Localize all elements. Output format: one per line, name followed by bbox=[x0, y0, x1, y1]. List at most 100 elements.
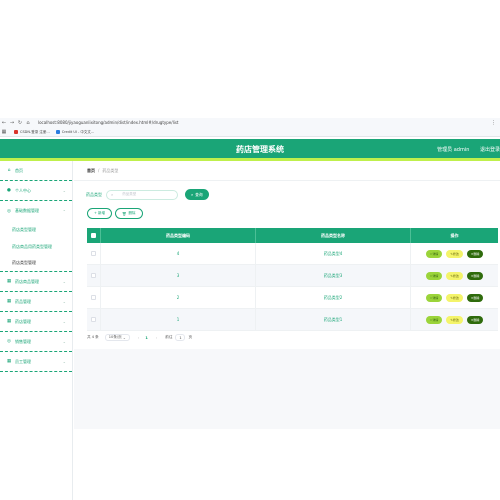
sidebar-item-sales[interactable]: ◎ 销售管理 ⌄ bbox=[0, 332, 72, 352]
apps-icon[interactable]: ▦ bbox=[0, 129, 8, 135]
prev-page-icon[interactable]: ‹ bbox=[138, 336, 139, 340]
edit-button[interactable]: ✎ 修改 bbox=[446, 315, 463, 324]
user-icon: ● bbox=[7, 188, 11, 193]
row-checkbox[interactable] bbox=[91, 295, 96, 300]
breadcrumb: 首页 / 药品类型 bbox=[74, 161, 500, 181]
grid-icon: ▦ bbox=[6, 319, 12, 324]
cell-name: 药品类型2 bbox=[256, 287, 411, 308]
edit-button[interactable]: ✎ 修改 bbox=[446, 271, 463, 280]
data-table: 药品类型编码 药品类型名称 操作 4 药品类型4 ☆ 详情 ✎ 修改 ✕ 删除 … bbox=[87, 228, 498, 331]
browser-menu-icon[interactable]: ⋮ bbox=[491, 120, 496, 126]
search-label: 药品类型 bbox=[86, 191, 102, 197]
search-input[interactable]: ⌕ 药品类型 bbox=[106, 189, 178, 200]
table-row: 4 药品类型4 ☆ 详情 ✎ 修改 ✕ 删除 bbox=[87, 243, 498, 265]
credit-favicon-icon bbox=[55, 130, 60, 134]
select-all-cell bbox=[87, 228, 101, 243]
breadcrumb-separator: / bbox=[98, 168, 100, 173]
detail-button[interactable]: ☆ 详情 bbox=[425, 271, 443, 280]
url-field[interactable]: localhost:8080/jiyaoguanlixitong/admin/d… bbox=[38, 120, 179, 125]
sidebar-item-base-data[interactable]: ◎ 基础数据管理 ⌃ bbox=[0, 201, 72, 221]
home-browser-icon[interactable]: ⌂ bbox=[24, 120, 32, 126]
sidebar-subitem-drug-use-type[interactable]: 药店商品用药类型管理 bbox=[0, 238, 72, 255]
search-bar: 药品类型 ⌕ 药品类型 ⌕ 查询 bbox=[86, 189, 209, 200]
pagination-total: 共 4 条 bbox=[87, 335, 99, 339]
sidebar-item-staff[interactable]: ▦ 员工管理 ⌄ bbox=[0, 352, 72, 372]
bookmark-item[interactable]: CSDN-登录 注册... bbox=[14, 130, 50, 135]
row-select-cell bbox=[87, 265, 101, 286]
cell-code: 1 bbox=[101, 309, 256, 330]
sidebar-item-stores[interactable]: ▦ 药店管理 ⌄ bbox=[0, 312, 72, 332]
column-header-code[interactable]: 药品类型编码 bbox=[101, 228, 256, 243]
row-select-cell bbox=[87, 287, 101, 308]
sidebar: ⌂ 首页 ● 个人中心 ⌄ ◎ 基础数据管理 ⌃ 药店类型管理 药店商品用药类型… bbox=[0, 161, 73, 500]
main-content: 首页 / 药品类型 药品类型 ⌕ 药品类型 ⌕ 查询 + 新增 🗑 删除 药品类… bbox=[74, 161, 500, 500]
chevron-down-icon: ⌄ bbox=[62, 279, 66, 284]
page-number[interactable]: 1 bbox=[145, 336, 148, 340]
home-icon: ⌂ bbox=[7, 168, 11, 173]
edit-button[interactable]: ✎ 修改 bbox=[446, 249, 463, 258]
select-all-checkbox[interactable] bbox=[91, 233, 96, 238]
breadcrumb-home[interactable]: 首页 bbox=[87, 168, 95, 174]
cell-code: 2 bbox=[101, 287, 256, 308]
cell-name: 药品类型3 bbox=[256, 265, 411, 286]
trash-icon: 🗑 bbox=[122, 211, 127, 216]
detail-button[interactable]: ☆ 详情 bbox=[425, 293, 443, 302]
page: ← → ↻ ⌂ localhost:8080/jiyaoguanlixitong… bbox=[0, 0, 500, 500]
user-label: 管理员 admin bbox=[437, 147, 470, 153]
cell-code: 3 bbox=[101, 265, 256, 286]
row-checkbox[interactable] bbox=[91, 273, 96, 278]
detail-button[interactable]: ☆ 详情 bbox=[425, 249, 443, 258]
edit-button[interactable]: ✎ 修改 bbox=[446, 293, 463, 302]
column-header-name[interactable]: 药品类型名称 bbox=[256, 228, 411, 243]
gear-icon: ◎ bbox=[7, 339, 11, 344]
sidebar-subitem-drug-type[interactable]: 药店类型管理 bbox=[0, 255, 72, 272]
row-select-cell bbox=[87, 309, 101, 330]
add-button[interactable]: + 新增 bbox=[87, 208, 113, 219]
detail-button[interactable]: ☆ 详情 bbox=[425, 315, 443, 324]
csdn-favicon-icon bbox=[14, 130, 18, 134]
chevron-down-icon: ⌄ bbox=[62, 319, 66, 324]
search-icon: ⌕ bbox=[191, 192, 194, 197]
row-checkbox[interactable] bbox=[91, 317, 96, 322]
cell-name: 药品类型4 bbox=[256, 243, 411, 264]
reload-icon[interactable]: ↻ bbox=[16, 120, 24, 126]
search-button[interactable]: ⌕ 查询 bbox=[185, 189, 209, 200]
grid-icon: ▦ bbox=[6, 279, 12, 284]
pagination: 共 4 条 10条/页 ⌄ ‹ 1 › 前往 1 页 bbox=[87, 334, 192, 341]
forward-icon[interactable]: → bbox=[8, 120, 16, 126]
bookmark-item[interactable]: Credit UI - 中文文... bbox=[55, 130, 94, 135]
delete-button[interactable]: ✕ 删除 bbox=[466, 271, 484, 280]
chevron-down-icon: ⌄ bbox=[62, 359, 66, 364]
cell-actions: ☆ 详情 ✎ 修改 ✕ 删除 bbox=[411, 265, 498, 286]
table-row: 3 药品类型3 ☆ 详情 ✎ 修改 ✕ 删除 bbox=[87, 265, 498, 287]
grid-icon: ▦ bbox=[6, 299, 12, 304]
row-select-cell bbox=[87, 243, 101, 264]
logout-link[interactable]: 退出登录 bbox=[480, 147, 500, 153]
sidebar-item-home[interactable]: ⌂ 首页 bbox=[0, 161, 72, 181]
app-title: 药店管理系统 bbox=[236, 145, 284, 154]
search-placeholder: 药品类型 bbox=[122, 192, 137, 196]
delete-button[interactable]: ✕ 删除 bbox=[466, 249, 484, 258]
cell-actions: ☆ 详情 ✎ 修改 ✕ 删除 bbox=[411, 309, 498, 330]
table-header: 药品类型编码 药品类型名称 操作 bbox=[87, 228, 498, 243]
bookmarks-bar: ▦ CSDN-登录 注册... Credit UI - 中文文... bbox=[0, 128, 95, 136]
back-icon[interactable]: ← bbox=[0, 120, 8, 126]
cell-name: 药品类型1 bbox=[256, 309, 411, 330]
sidebar-item-drugs[interactable]: ▦ 药品管理 ⌄ bbox=[0, 292, 72, 312]
row-checkbox[interactable] bbox=[91, 251, 96, 256]
gear-icon: ◎ bbox=[7, 208, 11, 214]
content-background bbox=[74, 349, 500, 429]
sidebar-item-store-goods[interactable]: ▦ 药店商品管理 ⌄ bbox=[0, 272, 72, 292]
delete-button[interactable]: ✕ 删除 bbox=[466, 293, 484, 302]
next-page-icon[interactable]: › bbox=[156, 336, 157, 340]
bulk-delete-button[interactable]: 🗑 删除 bbox=[115, 208, 143, 219]
cell-actions: ☆ 详情 ✎ 修改 ✕ 删除 bbox=[411, 287, 498, 308]
delete-button[interactable]: ✕ 删除 bbox=[466, 315, 484, 324]
sidebar-item-profile[interactable]: ● 个人中心 ⌄ bbox=[0, 181, 72, 201]
chevron-down-icon: ⌄ bbox=[62, 299, 66, 304]
table-row: 1 药品类型1 ☆ 详情 ✎ 修改 ✕ 删除 bbox=[87, 309, 498, 331]
grid-icon: ▦ bbox=[6, 359, 12, 364]
sidebar-subitem-store-type[interactable]: 药店类型管理 bbox=[0, 221, 72, 238]
goto-input[interactable]: 1 bbox=[175, 334, 186, 341]
page-size-select[interactable]: 10条/页 ⌄ bbox=[104, 334, 130, 341]
